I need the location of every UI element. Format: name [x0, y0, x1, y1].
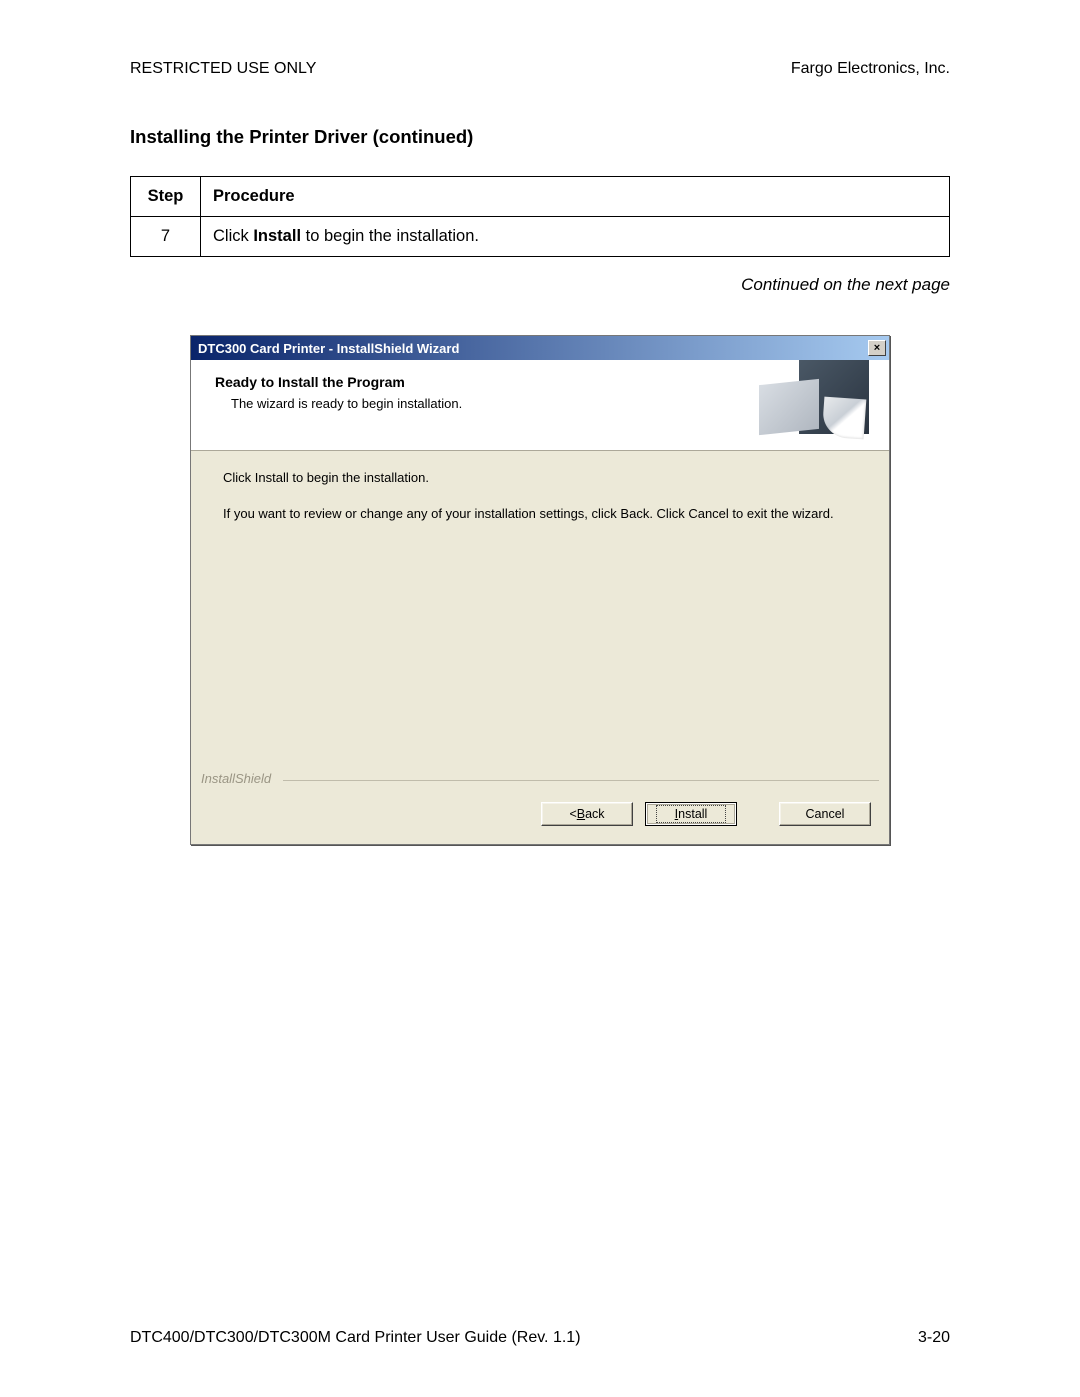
- dialog-titlebar: DTC300 Card Printer - InstallShield Wiza…: [191, 336, 889, 360]
- dialog-subheading: The wizard is ready to begin installatio…: [215, 396, 739, 411]
- dialog-button-row: < Back Install Cancel: [191, 788, 889, 844]
- dialog-header: Ready to Install the Program The wizard …: [191, 360, 889, 451]
- header-company: Fargo Electronics, Inc.: [791, 60, 950, 78]
- header-restricted: RESTRICTED USE ONLY: [130, 60, 316, 78]
- dialog-heading: Ready to Install the Program: [215, 374, 739, 390]
- table-row: 7 Click Install to begin the installatio…: [131, 217, 950, 257]
- close-icon[interactable]: ×: [868, 340, 886, 356]
- footer-page: 3-20: [918, 1329, 950, 1347]
- section-heading: Installing the Printer Driver (continued…: [130, 126, 950, 148]
- install-button[interactable]: Install: [645, 802, 737, 826]
- dialog-body-p2: If you want to review or change any of y…: [223, 505, 861, 523]
- continued-note: Continued on the next page: [130, 275, 950, 295]
- dialog-body-p1: Click Install to begin the installation.: [223, 469, 861, 487]
- brand-text: InstallShield: [201, 771, 271, 786]
- step-text-post: to begin the installation.: [301, 227, 479, 245]
- installshield-dialog: DTC300 Card Printer - InstallShield Wiza…: [190, 335, 890, 845]
- brand-divider: [283, 780, 879, 781]
- step-text-bold: Install: [253, 227, 301, 245]
- wizard-hero-image: [749, 374, 869, 434]
- back-button-post: ack: [585, 807, 604, 821]
- step-text: Click Install to begin the installation.: [201, 217, 950, 257]
- col-header-step: Step: [131, 177, 201, 217]
- install-button-post: nstall: [678, 807, 707, 821]
- step-number: 7: [131, 217, 201, 257]
- step-text-pre: Click: [213, 227, 253, 245]
- dialog-body: Click Install to begin the installation.…: [191, 451, 889, 771]
- back-button-pre: <: [569, 807, 576, 821]
- procedure-table: Step Procedure 7 Click Install to begin …: [130, 176, 950, 257]
- dialog-title: DTC300 Card Printer - InstallShield Wiza…: [198, 341, 459, 356]
- back-button-mn: B: [577, 807, 585, 821]
- footer-guide: DTC400/DTC300/DTC300M Card Printer User …: [130, 1329, 581, 1347]
- back-button[interactable]: < Back: [541, 802, 633, 826]
- cancel-button[interactable]: Cancel: [779, 802, 871, 826]
- installshield-brand: InstallShield: [191, 771, 889, 788]
- col-header-procedure: Procedure: [201, 177, 950, 217]
